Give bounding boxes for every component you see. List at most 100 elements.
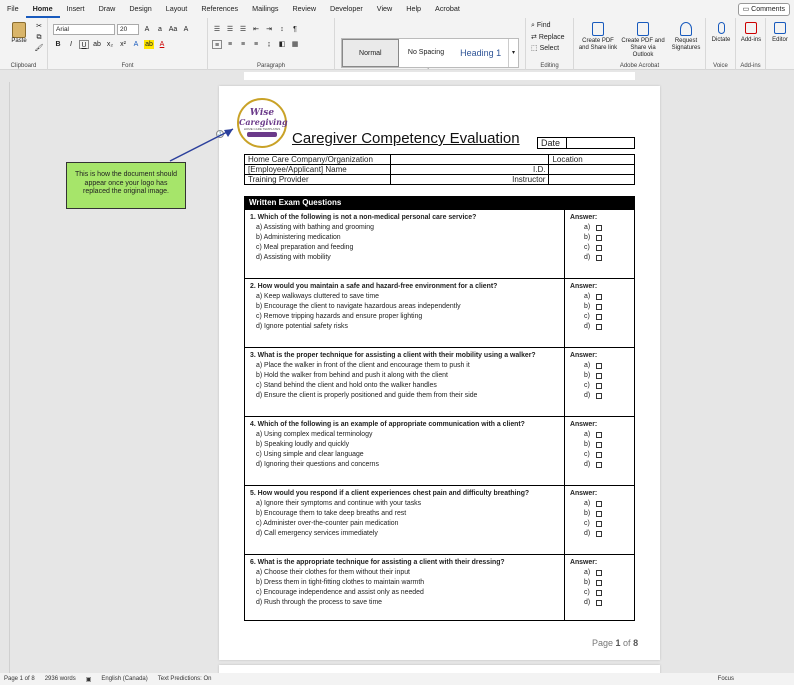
answer-checkbox[interactable]: [596, 294, 603, 300]
clear-format-icon[interactable]: A: [181, 25, 191, 34]
answer-checkbox[interactable]: [596, 432, 603, 438]
dictate-button[interactable]: Dictate: [708, 22, 734, 44]
replace-button[interactable]: ⇄ Replace: [531, 33, 565, 41]
create-pdf-button[interactable]: Create PDF and Share link: [578, 22, 618, 52]
answer-checkbox[interactable]: [596, 363, 603, 369]
answer-letter: c): [584, 520, 590, 527]
answer-checkbox[interactable]: [596, 225, 603, 231]
answer-checkbox[interactable]: [595, 521, 602, 527]
tab-help[interactable]: Help: [399, 0, 428, 18]
tab-insert[interactable]: Insert: [60, 0, 92, 18]
tab-file[interactable]: File: [0, 0, 26, 18]
font-name-select[interactable]: Arial: [53, 24, 115, 35]
align-center-icon[interactable]: ≡: [225, 40, 235, 49]
answer-checkbox[interactable]: [596, 304, 603, 310]
align-right-icon[interactable]: ≡: [238, 40, 248, 49]
answer-checkbox[interactable]: [596, 462, 603, 468]
status-words[interactable]: 2936 words: [45, 676, 76, 682]
line-spacing-icon[interactable]: ↨: [264, 40, 274, 49]
borders-icon[interactable]: ▦: [290, 40, 300, 49]
create-pdf-outlook-button[interactable]: Create PDF and Share via Outlook: [620, 22, 666, 59]
copy-icon[interactable]: ⧉: [34, 33, 44, 42]
bullets-icon[interactable]: ☰: [212, 25, 222, 34]
instructor-field[interactable]: [548, 174, 635, 185]
answer-checkbox[interactable]: [596, 442, 603, 448]
tab-layout[interactable]: Layout: [159, 0, 195, 18]
multilevel-list-icon[interactable]: ☰: [238, 25, 248, 34]
proofing-icon[interactable]: ▣: [86, 676, 92, 683]
tab-developer[interactable]: Developer: [323, 0, 370, 18]
cut-icon[interactable]: ✂: [34, 22, 44, 31]
grow-font-icon[interactable]: A: [142, 25, 152, 34]
highlight-icon[interactable]: ab: [144, 40, 154, 49]
style-normal[interactable]: Normal: [342, 39, 399, 67]
horizontal-ruler[interactable]: [0, 70, 794, 82]
tab-draw[interactable]: Draw: [92, 0, 123, 18]
id-field[interactable]: [548, 164, 635, 175]
answer-checkbox[interactable]: [596, 570, 603, 576]
answer-checkbox[interactable]: [595, 245, 602, 251]
answer-checkbox[interactable]: [596, 373, 603, 379]
addins-button[interactable]: Add-ins: [738, 22, 764, 44]
answer-checkbox[interactable]: [596, 255, 603, 261]
tab-acrobat[interactable]: Acrobat: [428, 0, 467, 18]
increase-indent-icon[interactable]: ⇥: [264, 25, 274, 34]
select-button[interactable]: ⬚ Select: [531, 44, 559, 52]
tab-design[interactable]: Design: [122, 0, 158, 18]
answer-checkbox[interactable]: [596, 235, 603, 241]
comments-button[interactable]: ▭ Comments: [737, 3, 790, 16]
date-field[interactable]: [567, 138, 634, 148]
paste-button[interactable]: Paste: [6, 22, 32, 45]
company-logo[interactable]: Wise Caregiving HOME CARE TEMPLATES: [237, 98, 288, 148]
answer-checkbox[interactable]: [595, 452, 602, 458]
numbering-icon[interactable]: ☰: [225, 25, 235, 34]
status-predictions[interactable]: Text Predictions: On: [158, 676, 212, 682]
request-signatures-button[interactable]: Request Signatures: [668, 22, 704, 52]
subscript-icon[interactable]: x₂: [105, 40, 115, 49]
answer-checkbox[interactable]: [595, 590, 602, 596]
styles-more-icon[interactable]: ▾: [508, 39, 518, 67]
tab-view[interactable]: View: [370, 0, 399, 18]
strikethrough-icon[interactable]: ab: [92, 40, 102, 49]
status-language[interactable]: English (Canada): [101, 676, 147, 682]
answer-checkbox[interactable]: [595, 314, 602, 320]
answer-checkbox[interactable]: [596, 393, 603, 399]
status-focus[interactable]: Focus: [718, 676, 734, 682]
shading-icon[interactable]: ◧: [277, 40, 287, 49]
tab-home[interactable]: Home: [25, 0, 60, 18]
change-case-icon[interactable]: Aa: [168, 25, 178, 34]
answer-checkbox[interactable]: [596, 501, 603, 507]
answer-checkbox[interactable]: [595, 383, 602, 389]
answer-choice: a): [570, 499, 629, 509]
bold-icon[interactable]: B: [53, 40, 63, 49]
answer-checkbox[interactable]: [596, 531, 603, 537]
find-button[interactable]: ⌕ Find: [531, 22, 551, 30]
font-color-icon[interactable]: A: [157, 40, 167, 49]
answer-checkbox[interactable]: [596, 324, 603, 330]
style-no-spacing[interactable]: No Spacing: [399, 39, 454, 67]
align-left-icon[interactable]: ≡: [212, 40, 222, 49]
style-heading-1[interactable]: Heading 1: [453, 39, 508, 67]
editor-button[interactable]: Editor: [767, 22, 793, 44]
underline-icon[interactable]: U: [79, 40, 89, 49]
anchor-icon[interactable]: ⚓: [216, 130, 224, 138]
shrink-font-icon[interactable]: a: [155, 25, 165, 34]
superscript-icon[interactable]: x²: [118, 40, 128, 49]
answer-checkbox[interactable]: [596, 580, 603, 586]
vertical-ruler[interactable]: [0, 82, 10, 673]
tab-references[interactable]: References: [194, 0, 245, 18]
status-page[interactable]: Page 1 of 8: [4, 676, 35, 682]
font-size-select[interactable]: 20: [117, 24, 139, 35]
sort-icon[interactable]: ↕: [277, 25, 287, 34]
company-field[interactable]: [389, 154, 550, 165]
tab-review[interactable]: Review: [285, 0, 323, 18]
text-effects-icon[interactable]: A: [131, 40, 141, 49]
show-marks-icon[interactable]: ¶: [290, 25, 300, 34]
decrease-indent-icon[interactable]: ⇤: [251, 25, 261, 34]
justify-icon[interactable]: ≡: [251, 40, 261, 49]
answer-checkbox[interactable]: [596, 600, 603, 606]
format-painter-icon[interactable]: 🖌: [34, 44, 44, 53]
italic-icon[interactable]: I: [66, 40, 76, 49]
tab-mailings[interactable]: Mailings: [245, 0, 285, 18]
answer-checkbox[interactable]: [596, 511, 603, 517]
